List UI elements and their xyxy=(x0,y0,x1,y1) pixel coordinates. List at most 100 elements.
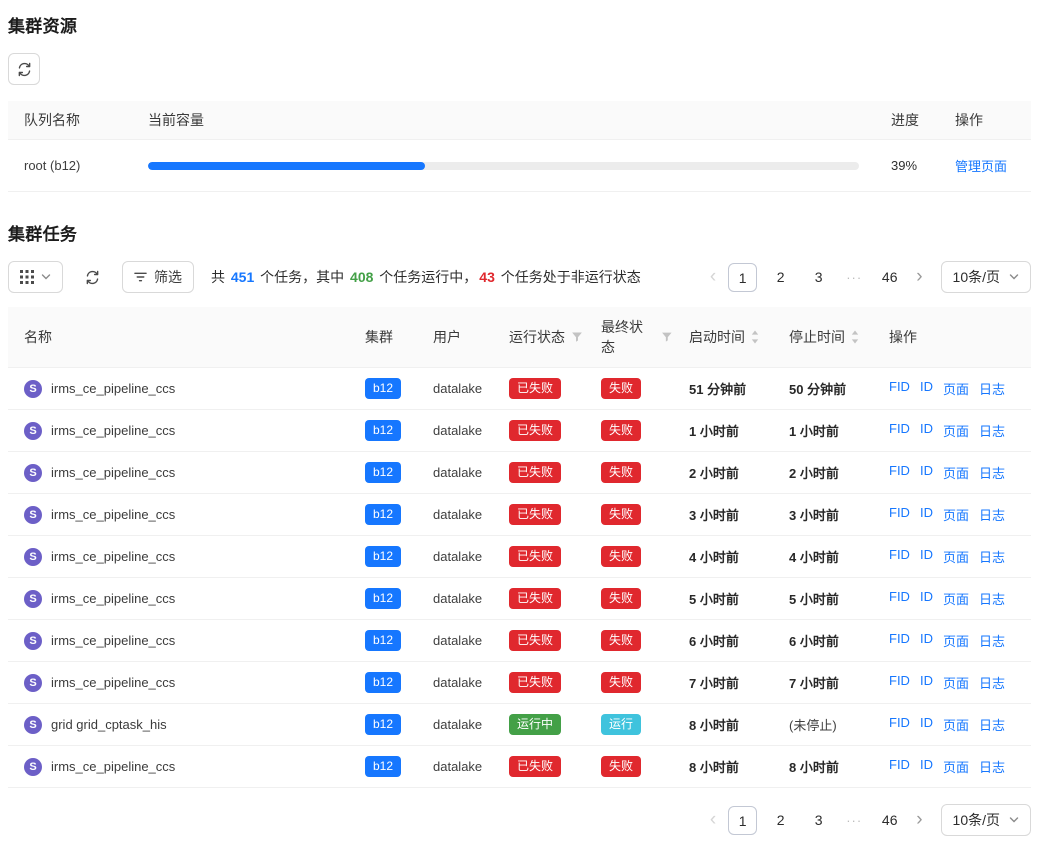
action-page-link[interactable]: 页面 xyxy=(943,379,969,398)
action-page-link[interactable]: 页面 xyxy=(943,463,969,482)
task-avatar: S xyxy=(24,758,42,776)
filter-funnel-icon[interactable] xyxy=(571,331,583,343)
action-fid-link[interactable]: FID xyxy=(889,589,910,608)
view-mode-button[interactable] xyxy=(8,261,63,293)
final-status-badge: 失败 xyxy=(601,420,641,441)
run-status-cell: 已失败 xyxy=(501,494,593,536)
action-id-link[interactable]: ID xyxy=(920,631,933,650)
action-page-link[interactable]: 页面 xyxy=(943,757,969,776)
page-size-value: 10条/页 xyxy=(953,267,1000,287)
action-fid-link[interactable]: FID xyxy=(889,757,910,776)
action-log-link[interactable]: 日志 xyxy=(979,631,1005,650)
action-fid-link[interactable]: FID xyxy=(889,631,910,650)
run-status-badge: 已失败 xyxy=(509,756,561,777)
start-time: 1 小时前 xyxy=(681,410,781,452)
pagination-page-46[interactable]: 46 xyxy=(875,263,904,292)
action-id-link[interactable]: ID xyxy=(920,379,933,398)
run-status-badge: 已失败 xyxy=(509,672,561,693)
run-status-cell: 已失败 xyxy=(501,536,593,578)
task-name: irms_ce_pipeline_ccs xyxy=(51,675,175,690)
summary-text: 个任务运行中， xyxy=(375,269,477,285)
action-id-link[interactable]: ID xyxy=(920,421,933,440)
stop-time: 7 小时前 xyxy=(781,662,881,704)
action-id-link[interactable]: ID xyxy=(920,463,933,482)
task-name: irms_ce_pipeline_ccs xyxy=(51,423,175,438)
final-status-cell: 失败 xyxy=(593,494,681,536)
action-page-link[interactable]: 页面 xyxy=(943,631,969,650)
cluster-badge: b12 xyxy=(365,630,401,651)
manage-page-link[interactable]: 管理页面 xyxy=(955,159,1007,174)
action-id-link[interactable]: ID xyxy=(920,715,933,734)
pagination-page-2[interactable]: 2 xyxy=(766,806,795,835)
action-log-link[interactable]: 日志 xyxy=(979,379,1005,398)
action-log-link[interactable]: 日志 xyxy=(979,589,1005,608)
action-fid-link[interactable]: FID xyxy=(889,505,910,524)
filter-funnel-icon[interactable] xyxy=(661,331,673,343)
action-page-link[interactable]: 页面 xyxy=(943,589,969,608)
start-time: 7 小时前 xyxy=(681,662,781,704)
pagination-page-2[interactable]: 2 xyxy=(766,263,795,292)
action-id-link[interactable]: ID xyxy=(920,673,933,692)
action-log-link[interactable]: 日志 xyxy=(979,757,1005,776)
table-row: S irms_ce_pipeline_ccs b12 datalake 已失败 … xyxy=(8,536,1031,578)
pagination-page-1[interactable]: 1 xyxy=(728,806,757,835)
action-fid-link[interactable]: FID xyxy=(889,547,910,566)
col-label: 集群 xyxy=(365,327,393,347)
action-fid-link[interactable]: FID xyxy=(889,715,910,734)
action-log-link[interactable]: 日志 xyxy=(979,715,1005,734)
chevron-down-icon xyxy=(1009,272,1019,282)
filter-button[interactable]: 筛选 xyxy=(122,261,194,293)
action-page-link[interactable]: 页面 xyxy=(943,547,969,566)
action-log-link[interactable]: 日志 xyxy=(979,505,1005,524)
start-time: 5 小时前 xyxy=(681,578,781,620)
action-log-link[interactable]: 日志 xyxy=(979,547,1005,566)
pagination-next-button[interactable]: › xyxy=(913,262,925,292)
summary-text: 个任务处于非运行状态 xyxy=(497,269,641,285)
action-page-link[interactable]: 页面 xyxy=(943,421,969,440)
pagination-page-3[interactable]: 3 xyxy=(804,263,833,292)
action-id-link[interactable]: ID xyxy=(920,547,933,566)
action-log-link[interactable]: 日志 xyxy=(979,673,1005,692)
action-log-link[interactable]: 日志 xyxy=(979,421,1005,440)
task-user: datalake xyxy=(433,423,482,438)
pagination-next-button[interactable]: › xyxy=(913,805,925,835)
cluster-badge: b12 xyxy=(365,504,401,525)
pagination-page-46[interactable]: 46 xyxy=(875,806,904,835)
queue-progress-fill xyxy=(148,162,425,170)
cluster-cell: b12 xyxy=(357,620,425,662)
tasks-refresh-button[interactable] xyxy=(79,261,106,293)
task-avatar: S xyxy=(24,422,42,440)
actions-cell: FID ID 页面日志 xyxy=(881,452,1031,494)
col-label: 用户 xyxy=(433,327,461,347)
action-id-link[interactable]: ID xyxy=(920,757,933,776)
pagination-page-1[interactable]: 1 xyxy=(728,263,757,292)
queue-progress-bar xyxy=(148,162,859,170)
page-size-select[interactable]: 10条/页 xyxy=(941,261,1031,293)
task-name: irms_ce_pipeline_ccs xyxy=(51,507,175,522)
action-page-link[interactable]: 页面 xyxy=(943,715,969,734)
action-fid-link[interactable]: FID xyxy=(889,421,910,440)
cluster-cell: b12 xyxy=(357,704,425,746)
tasks-summary: 共 451 个任务，其中 408 个任务运行中，43 个任务处于非运行状态 xyxy=(211,267,641,287)
run-status-cell: 运行中 xyxy=(501,704,593,746)
action-id-link[interactable]: ID xyxy=(920,589,933,608)
action-page-link[interactable]: 页面 xyxy=(943,673,969,692)
sorter-icon[interactable] xyxy=(851,330,859,344)
action-fid-link[interactable]: FID xyxy=(889,463,910,482)
task-user: datalake xyxy=(433,591,482,606)
action-page-link[interactable]: 页面 xyxy=(943,505,969,524)
resources-refresh-button[interactable] xyxy=(8,53,40,85)
sorter-icon[interactable] xyxy=(751,330,759,344)
action-fid-link[interactable]: FID xyxy=(889,673,910,692)
page-size-select[interactable]: 10条/页 xyxy=(941,804,1031,836)
start-time: 6 小时前 xyxy=(681,620,781,662)
final-status-badge: 失败 xyxy=(601,756,641,777)
action-log-link[interactable]: 日志 xyxy=(979,463,1005,482)
pagination-page-3[interactable]: 3 xyxy=(804,806,833,835)
resource-action-cell: 管理页面 xyxy=(939,140,1031,192)
action-fid-link[interactable]: FID xyxy=(889,379,910,398)
run-status-badge: 已失败 xyxy=(509,504,561,525)
tasks-header-row: 名称 集群 用户 运行状态 最终状态 xyxy=(8,307,1031,368)
col-label: 最终状态 xyxy=(601,317,655,357)
action-id-link[interactable]: ID xyxy=(920,505,933,524)
